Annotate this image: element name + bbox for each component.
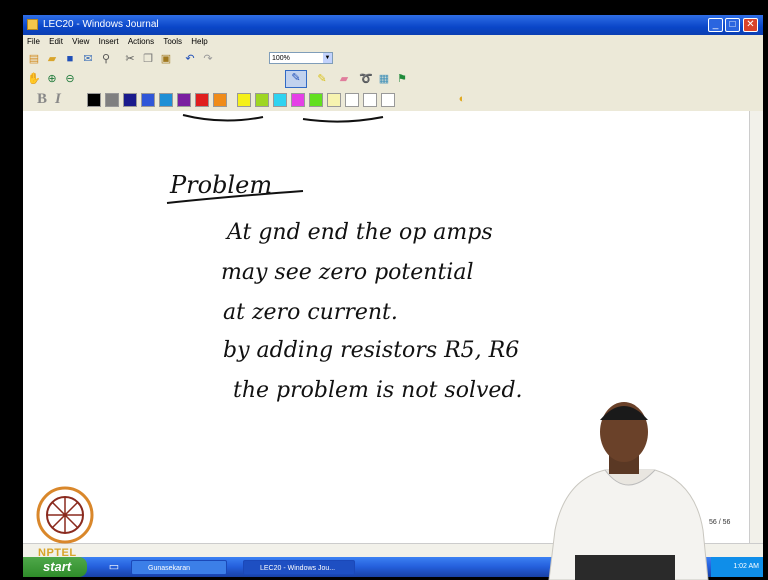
- menu-insert[interactable]: Insert: [99, 35, 119, 49]
- color-swatch[interactable]: [141, 93, 155, 107]
- taskbar-item-folder[interactable]: Gunasekaran: [131, 560, 227, 575]
- color-swatch[interactable]: [291, 93, 305, 107]
- previous-page-ink: [182, 114, 384, 123]
- menu-edit[interactable]: Edit: [49, 35, 63, 49]
- chevron-down-icon: ▼: [323, 53, 332, 63]
- copy-icon[interactable]: ❐: [141, 52, 155, 66]
- bold-button[interactable]: B: [37, 91, 47, 108]
- cut-icon[interactable]: ✂: [123, 52, 137, 66]
- presenter-video: [548, 402, 709, 580]
- color-swatch[interactable]: [177, 93, 191, 107]
- title-bar: LEC20 - Windows Journal _ □ ✕: [23, 15, 763, 35]
- eraser-icon[interactable]: ▰: [337, 72, 351, 86]
- color-swatch[interactable]: [309, 93, 323, 107]
- color-swatch[interactable]: [105, 93, 119, 107]
- page-indicator: 56 / 56: [709, 519, 731, 526]
- pen-icon[interactable]: ✎: [285, 70, 307, 88]
- format-toolbar: B I ◐: [23, 89, 763, 112]
- color-swatch[interactable]: [363, 93, 377, 107]
- pen-toolbar: ✋ ⊕ ⊖ ✎ ✎ ▰ ➰ ▦ ⚑: [23, 69, 763, 90]
- zoom-out-icon[interactable]: ⊖: [63, 72, 77, 86]
- send-icon[interactable]: ✉: [81, 52, 95, 66]
- taskbar-item-journal[interactable]: LEC20 - Windows Jou...: [243, 560, 355, 575]
- color-swatch[interactable]: [213, 93, 227, 107]
- nptel-logo-icon: [36, 486, 94, 544]
- color-swatch[interactable]: [327, 93, 341, 107]
- note-line-1: At gnd end the op amps: [225, 220, 493, 245]
- start-button[interactable]: start: [23, 557, 87, 577]
- journal-app-icon: [27, 19, 38, 30]
- zoom-value: 100%: [272, 55, 290, 62]
- menu-actions[interactable]: Actions: [128, 35, 154, 49]
- note-line-3: at zero current.: [223, 300, 398, 325]
- menu-file[interactable]: File: [27, 35, 40, 49]
- note-line-4: by adding resistors R5, R6: [223, 338, 519, 363]
- find-icon[interactable]: ⚲: [99, 52, 113, 66]
- color-swatch[interactable]: [273, 93, 287, 107]
- undo-icon[interactable]: ↶: [183, 52, 197, 66]
- lasso-select-icon[interactable]: ➰: [359, 72, 373, 86]
- color-swatch[interactable]: [123, 93, 137, 107]
- nptel-wordmark: NPTEL: [38, 547, 77, 559]
- standard-toolbar: ▤ ▰ ■ ✉ ⚲ ✂ ❐ ▣ ↶ ↷ 100% ▼: [23, 49, 763, 70]
- show-desktop-icon[interactable]: ▭: [107, 560, 121, 574]
- minimize-button[interactable]: _: [708, 18, 723, 32]
- color-swatch[interactable]: [255, 93, 269, 107]
- color-swatch[interactable]: [87, 93, 101, 107]
- menu-tools[interactable]: Tools: [163, 35, 182, 49]
- system-clock: 1:02 AM: [711, 557, 763, 577]
- pan-hand-icon[interactable]: ✋: [27, 72, 41, 86]
- zoom-in-icon[interactable]: ⊕: [45, 72, 59, 86]
- window-title: LEC20 - Windows Journal: [43, 19, 159, 30]
- italic-button[interactable]: I: [55, 91, 61, 108]
- save-icon[interactable]: ■: [63, 52, 77, 66]
- menu-help[interactable]: Help: [191, 35, 207, 49]
- note-line-5: the problem is not solved.: [233, 378, 523, 403]
- highlighter-icon[interactable]: ✎: [315, 72, 329, 86]
- paste-icon[interactable]: ▣: [159, 52, 173, 66]
- color-swatch[interactable]: [345, 93, 359, 107]
- new-note-icon[interactable]: ▤: [27, 52, 41, 66]
- open-folder-icon[interactable]: ▰: [45, 52, 59, 66]
- insert-space-icon[interactable]: ▦: [377, 72, 391, 86]
- color-swatch[interactable]: [159, 93, 173, 107]
- color-palette-icon[interactable]: ◐: [455, 92, 469, 106]
- color-swatch[interactable]: [237, 93, 251, 107]
- close-button[interactable]: ✕: [743, 18, 758, 32]
- menu-bar: File Edit View Insert Actions Tools Help: [23, 35, 763, 49]
- redo-icon[interactable]: ↷: [201, 52, 215, 66]
- zoom-select[interactable]: 100% ▼: [269, 52, 333, 64]
- color-swatch[interactable]: [195, 93, 209, 107]
- vertical-scrollbar[interactable]: [749, 111, 763, 543]
- menu-view[interactable]: View: [72, 35, 89, 49]
- note-line-2: may see zero potential: [221, 260, 473, 285]
- maximize-button[interactable]: □: [725, 18, 740, 32]
- flag-icon[interactable]: ⚑: [395, 72, 409, 86]
- color-swatch[interactable]: [381, 93, 395, 107]
